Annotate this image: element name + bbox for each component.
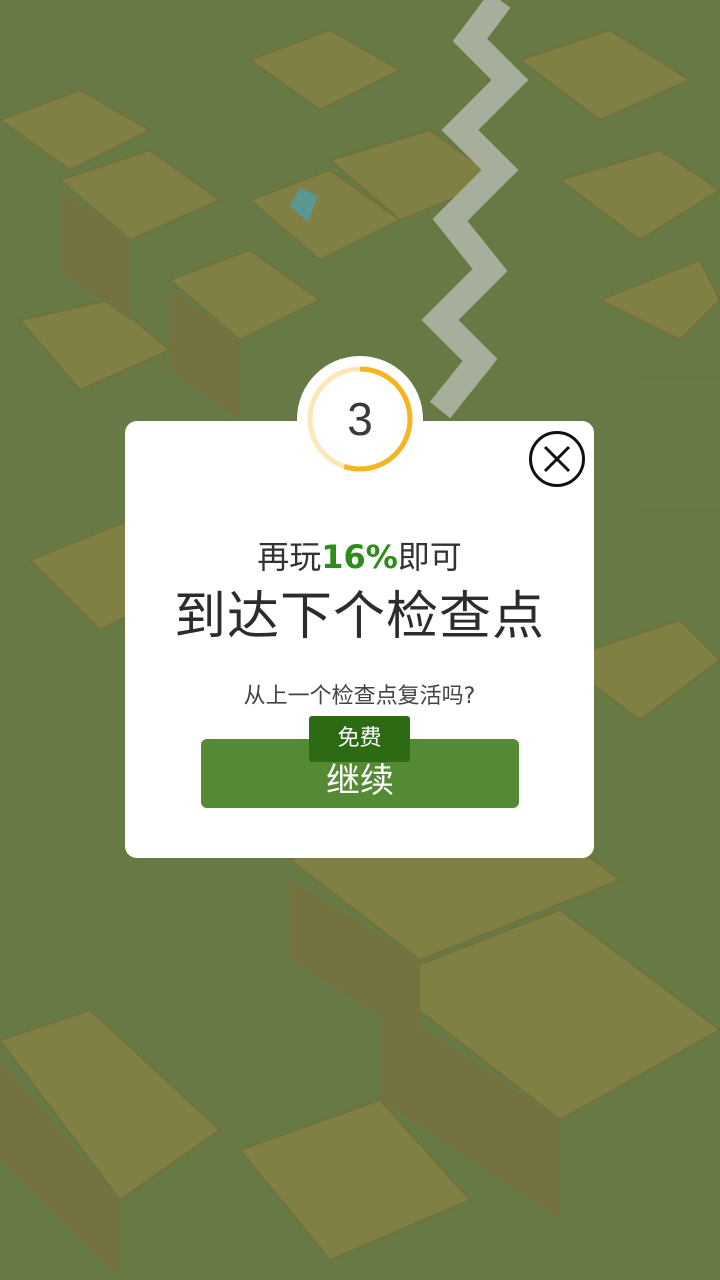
progress-percent: 16% [321,538,398,576]
checkpoint-headline: 到达下个检查点 [173,587,545,647]
countdown-number: 3 [347,393,373,445]
free-badge: 免费 [309,716,410,762]
progress-message: 再玩16%即可 [125,532,594,578]
close-button[interactable] [529,431,585,487]
progress-message-prefix: 再玩 [257,538,322,576]
revive-question: 从上一个检查点复活吗? [243,684,476,709]
progress-message-suffix: 即可 [397,538,462,576]
close-icon [543,445,571,473]
